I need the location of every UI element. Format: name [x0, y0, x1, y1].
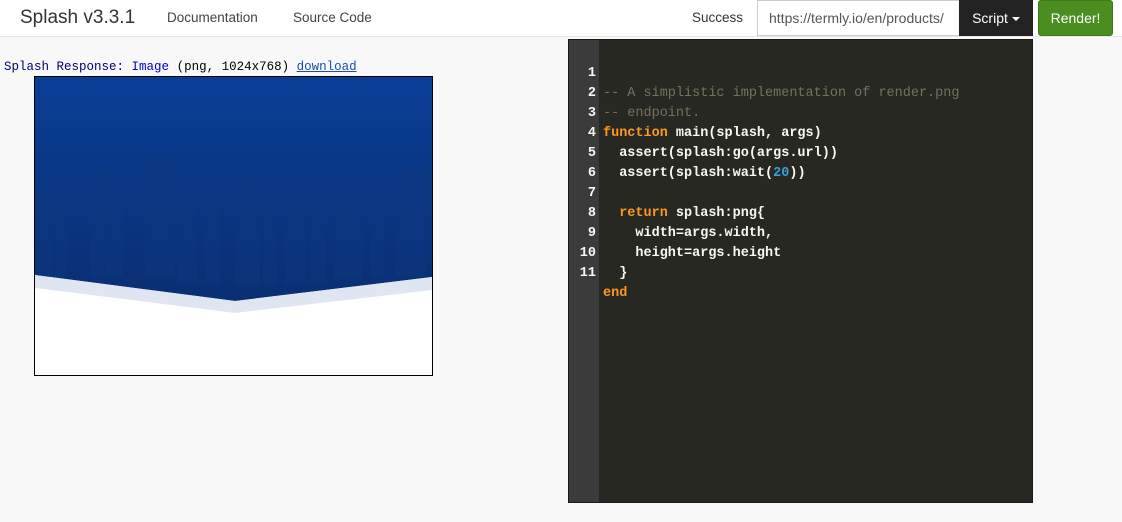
render-button[interactable]: Render!: [1038, 0, 1113, 36]
script-button-label: Script: [972, 10, 1008, 26]
response-meta: (png, 1024x768): [176, 60, 290, 74]
code-line-5: 5 assert(splash:wait(20)): [569, 124, 1032, 181]
caret-down-icon: [1011, 16, 1020, 21]
line-number: 11: [579, 266, 596, 281]
script-dropdown-button[interactable]: Script: [959, 0, 1033, 36]
response-label: Splash Response:: [4, 60, 125, 74]
url-input[interactable]: [757, 0, 959, 36]
code-line-1: 1 -- A simplistic implementation of rend…: [569, 44, 1032, 101]
code-line-8: 8 width=args.width,: [569, 184, 1032, 241]
code-text: end: [603, 286, 628, 301]
code-lines: 1 -- A simplistic implementation of rend…: [569, 44, 1032, 301]
code-line-10: 10 }: [569, 224, 1032, 281]
code-line-11: 11 end: [569, 244, 1032, 301]
navbar: Splash v3.3.1 Documentation Source Code …: [0, 0, 1122, 37]
code-line-6: 6: [569, 144, 1032, 181]
rendered-screenshot-image: [34, 76, 433, 376]
code-line-3: 3 function main(splash, args): [569, 84, 1032, 141]
code-line-7: 7 return splash:png{: [569, 164, 1032, 221]
script-editor[interactable]: 1 -- A simplistic implementation of rend…: [568, 39, 1033, 503]
nav-link-documentation[interactable]: Documentation: [167, 9, 258, 27]
code-line-9: 9 height=args.height: [569, 204, 1032, 261]
status-text: Success: [692, 10, 744, 25]
splash-response-line: Splash Response: Image (png, 1024x768) d…: [4, 60, 357, 74]
brand-title[interactable]: Splash v3.3.1: [20, 5, 135, 31]
rendered-screenshot-graphic: [35, 77, 432, 375]
code-line-2: 2 -- endpoint.: [569, 64, 1032, 121]
response-type: Image: [131, 60, 170, 74]
nav-link-source-code[interactable]: Source Code: [293, 9, 372, 27]
code-line-4: 4 assert(splash:go(args.url)): [569, 104, 1032, 161]
download-link[interactable]: download: [297, 60, 357, 74]
